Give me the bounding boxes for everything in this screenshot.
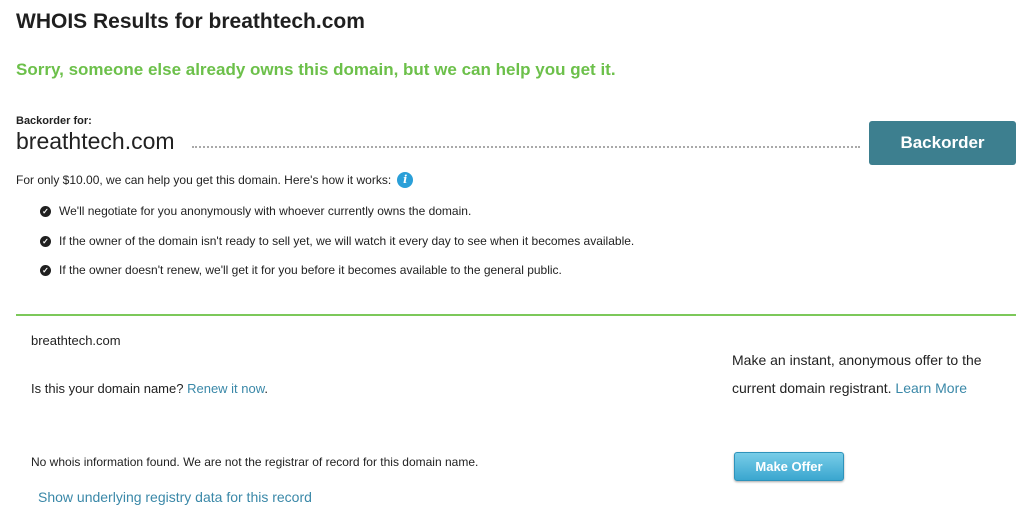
check-circle-icon: ✓ [40, 235, 51, 247]
no-whois-message: No whois information found. We are not t… [31, 455, 479, 469]
price-description: For only $10.00, we can help you get thi… [16, 172, 414, 188]
list-item: ✓ If the owner of the domain isn't ready… [40, 234, 634, 248]
section-divider [16, 314, 1016, 316]
learn-more-link[interactable]: Learn More [895, 380, 967, 396]
backorder-label: Backorder for: [16, 115, 92, 127]
page-title: WHOIS Results for breathtech.com [16, 10, 365, 33]
renew-prompt: Is this your domain name? Renew it now. [31, 381, 268, 396]
bullet-text: If the owner doesn't renew, we'll get it… [59, 263, 562, 277]
offer-description: Make an instant, anonymous offer to the … [732, 347, 994, 402]
dotted-leader [192, 146, 860, 148]
renew-link[interactable]: Renew it now [187, 381, 264, 396]
check-circle-icon: ✓ [40, 205, 51, 217]
bullet-text: If the owner of the domain isn't ready t… [59, 234, 635, 248]
bullet-text: We'll negotiate for you anonymously with… [59, 204, 472, 218]
info-icon[interactable]: i [397, 172, 414, 188]
registry-data-link[interactable]: Show underlying registry data for this r… [38, 489, 312, 505]
make-offer-button[interactable]: Make Offer [734, 452, 844, 481]
renew-suffix: . [264, 381, 269, 396]
list-item: ✓ We'll negotiate for you anonymously wi… [40, 204, 471, 218]
check-circle-icon: ✓ [40, 264, 51, 276]
whois-domain: breathtech.com [31, 333, 121, 348]
price-text: For only $10.00, we can help you get thi… [16, 173, 392, 187]
availability-headline: Sorry, someone else already owns this do… [16, 60, 616, 79]
list-item: ✓ If the owner doesn't renew, we'll get … [40, 263, 562, 277]
backorder-button[interactable]: Backorder [869, 121, 1016, 165]
renew-prompt-text: Is this your domain name? [31, 381, 184, 396]
backorder-domain: breathtech.com [16, 128, 175, 154]
